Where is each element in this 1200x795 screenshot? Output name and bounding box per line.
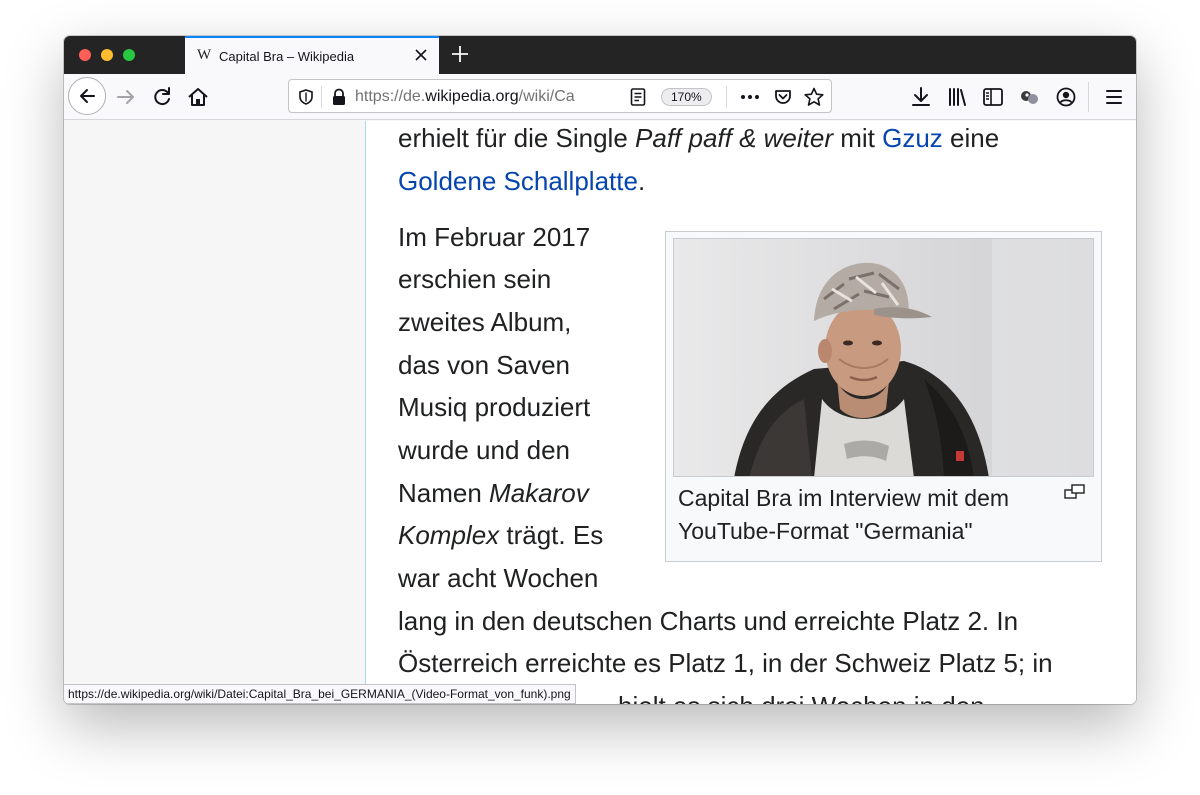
album-title: Makarov	[489, 478, 589, 508]
url-path: /wiki/Ca	[518, 88, 575, 105]
article-body: erhielt für die Single Paff paff & weite…	[365, 121, 1136, 704]
paragraph-line: Goldene Schallplatte.	[398, 166, 645, 196]
enlarge-icon[interactable]	[1064, 484, 1086, 500]
url-separator	[321, 86, 322, 108]
plus-icon[interactable]	[448, 42, 472, 66]
paragraph-line: Im Februar 2017	[398, 222, 591, 252]
browser-window: W Capital Bra – Wikipedia https://de.wik…	[64, 36, 1136, 704]
text-span: erhielt für die Single	[398, 123, 636, 153]
hamburger-menu-icon[interactable]	[1100, 83, 1128, 111]
wikipedia-favicon-icon: W	[197, 47, 212, 63]
url-text[interactable]: https://de.wikipedia.org/wiki/Ca	[355, 88, 587, 108]
lock-icon[interactable]	[331, 88, 347, 106]
image-caption-line: YouTube-Format "Germania"	[678, 518, 973, 544]
paragraph-line: erschien sein	[398, 264, 552, 294]
pocket-icon[interactable]	[773, 87, 793, 107]
forward-arrow-icon[interactable]	[112, 83, 140, 111]
home-icon[interactable]	[184, 83, 212, 111]
text-span: Namen	[398, 478, 490, 508]
extension-icon[interactable]	[1015, 83, 1043, 111]
sidebar-icon[interactable]	[979, 83, 1007, 111]
paragraph-line: das von Saven	[398, 350, 571, 380]
status-bar-link-preview: https://de.wikipedia.org/wiki/Datei:Capi…	[64, 684, 576, 704]
back-arrow-icon	[80, 89, 95, 103]
window-close-button[interactable]	[79, 49, 91, 61]
text-span: .	[637, 166, 646, 196]
link-goldene-schallplatte[interactable]: Goldene Schallplatte	[398, 166, 638, 196]
portrait-photo[interactable]	[673, 238, 1094, 477]
reload-icon[interactable]	[148, 83, 176, 111]
album-title: Komplex	[398, 520, 500, 550]
link-gzuz[interactable]: Gzuz	[882, 123, 943, 153]
shield-icon[interactable]	[297, 88, 315, 106]
toolbar-separator	[1088, 82, 1089, 112]
download-icon[interactable]	[907, 83, 935, 111]
paragraph-line: zweites Album,	[398, 307, 572, 337]
paragraph-line: wurde und den	[398, 435, 571, 465]
text-span: mit	[833, 123, 883, 153]
paragraph-line: Namen Makarov	[398, 478, 589, 508]
single-title: Paff paff & weiter	[635, 123, 834, 153]
url-bar[interactable]: https://de.wikipedia.org/wiki/Ca 170%	[288, 79, 832, 113]
title-bar: W Capital Bra – Wikipedia	[64, 36, 1136, 74]
window-minimize-button[interactable]	[101, 49, 113, 61]
library-icon[interactable]	[943, 83, 971, 111]
photo-illustration	[674, 239, 1093, 476]
page-content: erhielt für die Single Paff paff & weite…	[64, 121, 1136, 704]
window-maximize-button[interactable]	[123, 49, 135, 61]
url-separator-2	[726, 86, 727, 108]
close-icon[interactable]	[411, 45, 431, 65]
paragraph-line: lang in den deutschen Charts und erreich…	[398, 606, 1019, 636]
url-host: wikipedia.org	[425, 88, 519, 105]
paragraph-line: erhielt für die Single Paff paff & weite…	[398, 123, 999, 153]
text-span: trägt. Es	[499, 520, 604, 550]
paragraph-line: Musiq produziert	[398, 392, 591, 422]
image-thumbnail: Capital Bra im Interview mit dem YouTube…	[665, 231, 1102, 562]
paragraph-line: Österreich erreichte es Platz 1, in der …	[398, 648, 1053, 678]
paragraph-line: war acht Wochen	[398, 563, 599, 593]
reader-view-icon[interactable]	[629, 87, 647, 107]
image-caption-line: Capital Bra im Interview mit dem	[678, 485, 1010, 511]
url-prefix: https://de.	[355, 88, 426, 105]
zoom-level-badge[interactable]: 170%	[661, 88, 712, 106]
tab-capital-bra[interactable]: W Capital Bra – Wikipedia	[185, 36, 439, 74]
back-button[interactable]	[68, 77, 106, 115]
paragraph-line: Komplex trägt. Es	[398, 520, 603, 550]
text-span: eine	[942, 123, 1000, 153]
paragraph-line: hielt es sich drei Wochen in den	[618, 691, 985, 704]
tab-title: Capital Bra – Wikipedia	[219, 49, 355, 64]
navigation-toolbar: https://de.wikipedia.org/wiki/Ca 170%	[64, 74, 1136, 120]
star-icon[interactable]	[803, 86, 825, 108]
ellipsis-icon[interactable]	[739, 87, 761, 107]
account-icon[interactable]	[1052, 83, 1080, 111]
